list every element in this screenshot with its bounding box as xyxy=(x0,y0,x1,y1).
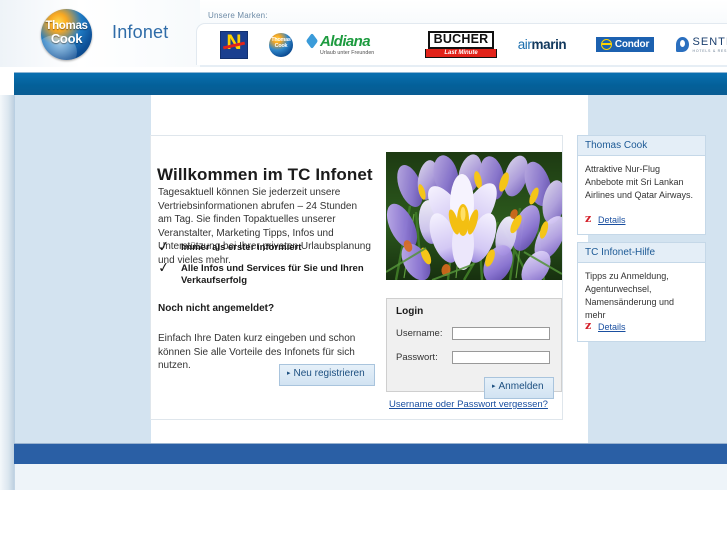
brand-logo-aldiana[interactable]: Aldiana Urlaub unter Freunden xyxy=(305,24,419,65)
check-icon: ✓ xyxy=(156,258,171,277)
register-button-label: Neu registrieren xyxy=(293,368,365,379)
thomas-cook-logo[interactable]: Thomas Cook xyxy=(41,9,92,60)
aldiana-diamond-icon xyxy=(305,32,319,50)
brands-label: Unsere Marken: xyxy=(208,11,268,20)
site-header: Thomas Cook Infonet Unsere Marken: N Tho… xyxy=(0,0,727,67)
sidebar-box-thomas-cook: Thomas Cook Attraktive Nur-Flug Anbebote… xyxy=(577,135,706,235)
brand-logo-bucher[interactable]: BUCHER Last Minute xyxy=(425,24,497,65)
username-label: Username: xyxy=(396,328,443,339)
login-submit-button[interactable]: ▸ Anmelden xyxy=(484,377,554,399)
brand-logo-air-marin[interactable]: air marin xyxy=(503,24,581,65)
air-marin-word1: air xyxy=(517,37,532,52)
tc-small-line2: Cook xyxy=(274,42,288,49)
brand-logo-neckermann[interactable]: N xyxy=(213,24,255,65)
brands-panel: N Thomas Cook Aldiana Urlaub unter Freun… xyxy=(196,23,727,65)
site-brand-name: Infonet xyxy=(112,22,169,42)
list-item: ✓ Immer als erster informiert xyxy=(156,238,376,256)
arrow-right-icon: ▸ xyxy=(492,383,496,390)
thomas-cook-small-text: Thomas Cook xyxy=(269,37,293,50)
primary-nav-bar[interactable] xyxy=(14,72,727,96)
page-root: Thomas Cook Infonet Unsere Marken: N Tho… xyxy=(0,0,727,490)
condor-badge: Condor xyxy=(595,37,655,52)
sidebar-box-infonet-hilfe: TC Infonet-Hilfe Tipps zu Anmeldung, Age… xyxy=(577,242,706,342)
brand-logo-condor[interactable]: Condor xyxy=(587,24,663,65)
aldiana-tagline: Urlaub unter Freunden xyxy=(320,49,375,56)
benefits-list: ✓ Immer als erster informiert ✓ Alle Inf… xyxy=(156,238,376,296)
username-input[interactable] xyxy=(452,327,550,340)
condor-mark-icon xyxy=(600,39,612,50)
check-icon: ✓ xyxy=(156,238,171,256)
login-heading: Login xyxy=(396,306,424,317)
brand-logo-iberostar[interactable]: ★ IBEROSTAR HOTELS & RESORTS xyxy=(663,33,725,56)
aldiana-wordmark: Aldiana xyxy=(320,32,371,50)
bucher-tagline: Last Minute xyxy=(425,49,497,58)
username-row: Username: xyxy=(396,327,554,340)
arrow-right-icon: ▸ xyxy=(287,370,291,377)
pdf-icon: ᴢ xyxy=(585,212,592,225)
left-rail xyxy=(0,95,14,490)
air-marin-word2: marin xyxy=(531,37,567,52)
sidebar-details-label: Details xyxy=(598,214,626,225)
aldiana-wordmark-row: Aldiana xyxy=(305,32,371,50)
sidebar-details-label: Details xyxy=(598,321,626,332)
tc-small-line1: Thomas xyxy=(271,36,291,43)
sidebar-box-title: Thomas Cook xyxy=(578,136,705,156)
crocus-illustration xyxy=(386,152,562,280)
list-item-label: Immer als erster informiert xyxy=(181,242,302,253)
list-item: ✓ Alle Infos und Services für Sie und Ih… xyxy=(156,258,376,288)
list-item-label: Alle Infos und Services für Sie und Ihre… xyxy=(181,262,364,287)
condor-wordmark: Condor xyxy=(614,39,650,50)
bucher-wordmark: BUCHER xyxy=(427,31,495,49)
thomas-cook-small-icon: Thomas Cook xyxy=(269,32,293,57)
neckermann-icon: N xyxy=(220,30,248,59)
header-sheen xyxy=(0,0,200,67)
password-label: Passwort: xyxy=(396,352,438,363)
page-title: Willkommen im TC Infonet xyxy=(157,165,373,185)
brand-logo-thomas-cook[interactable]: Thomas Cook xyxy=(260,24,302,65)
footer-bar xyxy=(14,443,727,466)
register-button[interactable]: ▸ Neu registrieren xyxy=(279,364,375,386)
sidebar-details-link-2[interactable]: ᴢ Details xyxy=(585,319,626,332)
logo-text: Thomas Cook xyxy=(41,20,92,45)
sidebar-box-text: Tipps zu Anmeldung, Agenturwechsel, Name… xyxy=(585,271,675,320)
sidebar-box-text: Attraktive Nur-Flug Anbebote mit Sri Lan… xyxy=(585,164,694,200)
hero-photo xyxy=(386,152,562,280)
password-row: Passwort: xyxy=(396,351,554,364)
logo-text-line2: Cook xyxy=(50,30,83,46)
pdf-icon: ᴢ xyxy=(585,319,592,332)
password-input[interactable] xyxy=(452,351,550,364)
register-heading: Noch nicht angemeldet? xyxy=(158,303,275,314)
sidebar-box-title: TC Infonet-Hilfe xyxy=(578,243,705,263)
sidebar-details-link-1[interactable]: ᴢ Details xyxy=(585,212,626,225)
forgot-password-link[interactable]: Username oder Passwort vergessen? xyxy=(389,399,548,410)
footer-pad xyxy=(14,464,727,490)
login-submit-label: Anmelden xyxy=(498,381,544,392)
